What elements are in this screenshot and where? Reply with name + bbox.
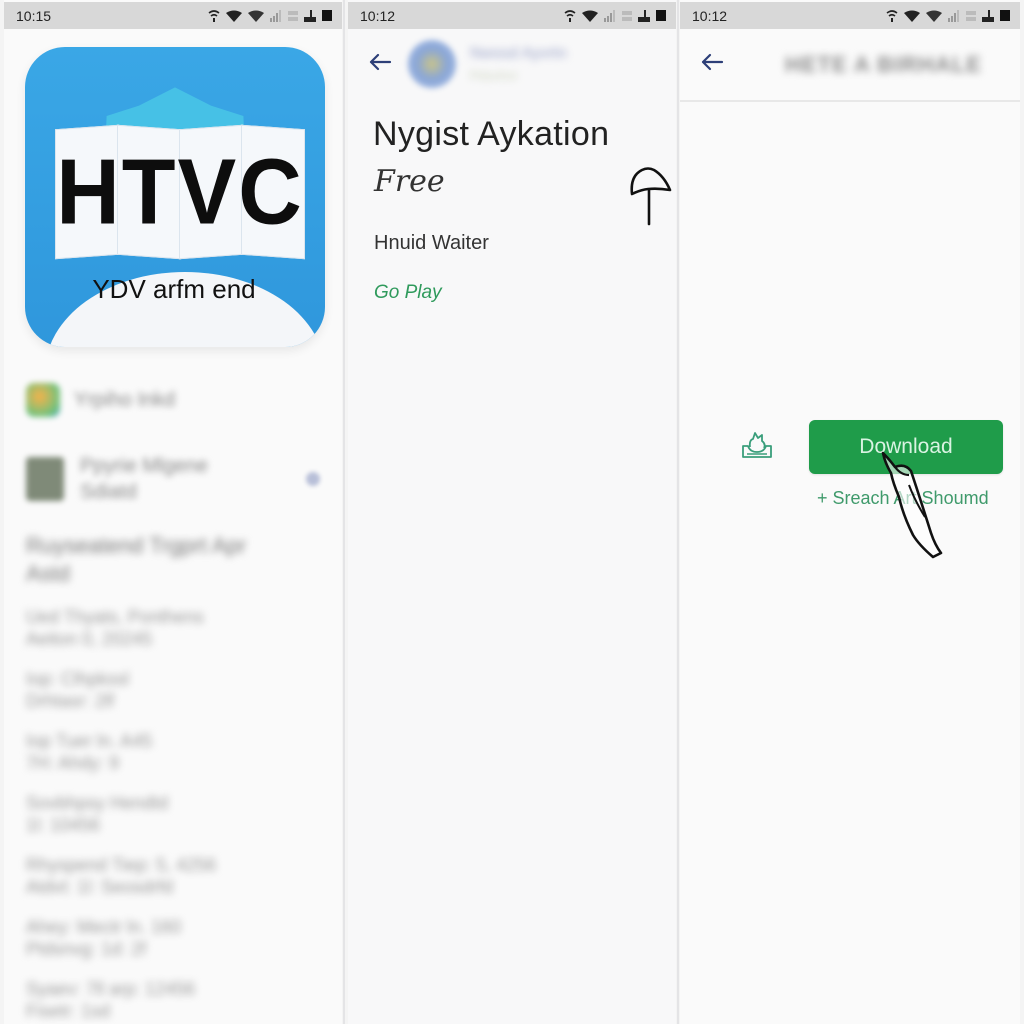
wifi-icon: [226, 10, 242, 22]
panel-download: 10:12 HETE A BIRHALE Download + Sreach A…: [680, 0, 1020, 1024]
signal-icon: [604, 9, 615, 22]
list-item-line: Syaev: 7ll arp: 12456: [26, 979, 196, 999]
status-bar: 10:12: [348, 2, 676, 29]
battery-icon: [656, 10, 666, 21]
blurred-app-list: Yrpiho Inkd Ppyrie Mlgene Sdiatd Ruyseat…: [26, 370, 326, 1022]
status-bar: 10:15: [4, 2, 342, 29]
wifi-icon: [582, 10, 598, 22]
status-icons: [564, 9, 666, 23]
top-app-bar: HETE A BIRHALE: [680, 30, 1020, 102]
list-item[interactable]: Iop Tuer ln. A45 7H: Ahdy: 9: [26, 730, 326, 774]
signal-icon: [270, 9, 281, 22]
header-title: HETE A BIRHALE: [785, 52, 982, 77]
list-item-line: Ahey: Mectr ln. 160: [26, 917, 182, 937]
status-bar: 10:12: [680, 2, 1020, 29]
panel-divider: [343, 0, 345, 1024]
wifi-alt-icon: [208, 9, 220, 22]
list-item[interactable]: Ahey: Mectr ln. 160 Ptdsnvg: 1d: 2f: [26, 916, 326, 960]
status-time: 10:15: [16, 7, 52, 24]
list-item-line: Iop Tuer ln. A45: [26, 731, 153, 751]
store-link[interactable]: Go Play: [374, 282, 442, 304]
section-heading-line: Astd: [26, 561, 71, 586]
section-heading-line: Ruyseatend Trgprt Apr: [26, 533, 247, 558]
wifi-alt-icon: [564, 9, 576, 22]
list-item[interactable]: Syaev: 7ll arp: 12456 Fisetr: 1sd: [26, 978, 326, 1022]
wifi-icon: [904, 10, 920, 22]
list-item[interactable]: Yrpiho Inkd: [26, 370, 326, 430]
list-item-line: Iop: Clhpkssl: [26, 669, 130, 689]
app-title: Nygist Aykation: [373, 115, 610, 153]
developer-name[interactable]: Hnuid Waiter: [374, 232, 489, 255]
list-item[interactable]: Sovbhpsy Hendtd 1l: 10456: [26, 792, 326, 836]
back-arrow-icon[interactable]: [700, 52, 724, 72]
list-item[interactable]: Iop: Clhpkssl Drhtasr: 2lf: [26, 668, 326, 712]
section-heading: Ruyseatend Trgprt Apr Astd: [26, 532, 326, 588]
panel-app-details: 10:12 Nwssd Ayvrtn Pdsvhnr Nygist Aykati…: [348, 0, 676, 1024]
hand-drawn-pointer-icon: [630, 167, 672, 226]
list-item-line: Aeiton 0, 20245: [26, 629, 153, 649]
wifi-alt-icon: [886, 9, 898, 22]
list-item-line: Ued Thyats, Ponthens: [26, 607, 204, 627]
volte-icon: [966, 10, 976, 21]
list-item-line: Sovbhpsy Hendtd: [26, 793, 169, 813]
panel-app-listing: 10:15 HTVC YDV arfm end Yrpiho Inkd Ppyr…: [4, 0, 342, 1024]
app-tray-icon: [742, 432, 772, 458]
developer-avatar[interactable]: [408, 40, 456, 88]
list-item-subtitle: Sdiatd: [80, 481, 137, 503]
list-item-line: Drhtasr: 2lf: [26, 691, 115, 711]
battery-icon: [1000, 10, 1010, 21]
app-icon-letters: HTVC: [56, 139, 304, 244]
status-icons: [208, 9, 332, 23]
more-icon[interactable]: [306, 472, 320, 486]
status-time: 10:12: [692, 7, 728, 24]
battery-saver-icon: [982, 9, 994, 22]
hand-drawn-pointer-icon: [881, 451, 943, 559]
list-item[interactable]: Ppyrie Mlgene Sdiatd: [26, 434, 326, 524]
app-thumbnail: [26, 457, 64, 501]
list-item-line: 1l: 10456: [26, 815, 101, 835]
battery-saver-icon: [304, 9, 316, 22]
wifi-icon: [926, 10, 942, 22]
header-title: Nwssd Ayvrtn: [470, 45, 567, 62]
status-icons: [886, 9, 1010, 23]
list-item[interactable]: Rhyspend Tiep: 5, 4256 Atdvt: 1l: Seosdrf…: [26, 854, 326, 898]
panel-divider: [677, 0, 679, 1024]
status-time: 10:12: [360, 7, 396, 24]
list-item-line: Ptdsnvg: 1d: 2f: [26, 939, 147, 959]
list-item-line: Rhyspend Tiep: 5, 4256: [26, 855, 217, 875]
header-subtitle: Pdsvhnr: [470, 68, 518, 83]
list-item-text: Yrpiho Inkd: [74, 389, 176, 411]
list-item-line: Fisetr: 1sd: [26, 1001, 111, 1021]
volte-icon: [288, 10, 298, 21]
list-item[interactable]: Ued Thyats, Ponthens Aeiton 0, 20245: [26, 606, 326, 650]
list-item-line: 7H: Ahdy: 9: [26, 753, 120, 773]
folded-map-graphic: HTVC: [55, 124, 305, 260]
app-icon-caption: YDV arfm end: [92, 274, 256, 304]
app-price: Free: [374, 164, 445, 199]
wifi-icon: [248, 10, 264, 22]
list-item-line: Atdvt: 1l: Seosdrfd: [26, 877, 174, 897]
app-thumbnail: [26, 383, 60, 417]
back-arrow-icon[interactable]: [368, 52, 392, 72]
list-item-title: Ppyrie Mlgene: [80, 455, 208, 477]
signal-icon: [948, 9, 959, 22]
volte-icon: [622, 10, 632, 21]
battery-icon: [322, 10, 332, 21]
battery-saver-icon: [638, 9, 650, 22]
